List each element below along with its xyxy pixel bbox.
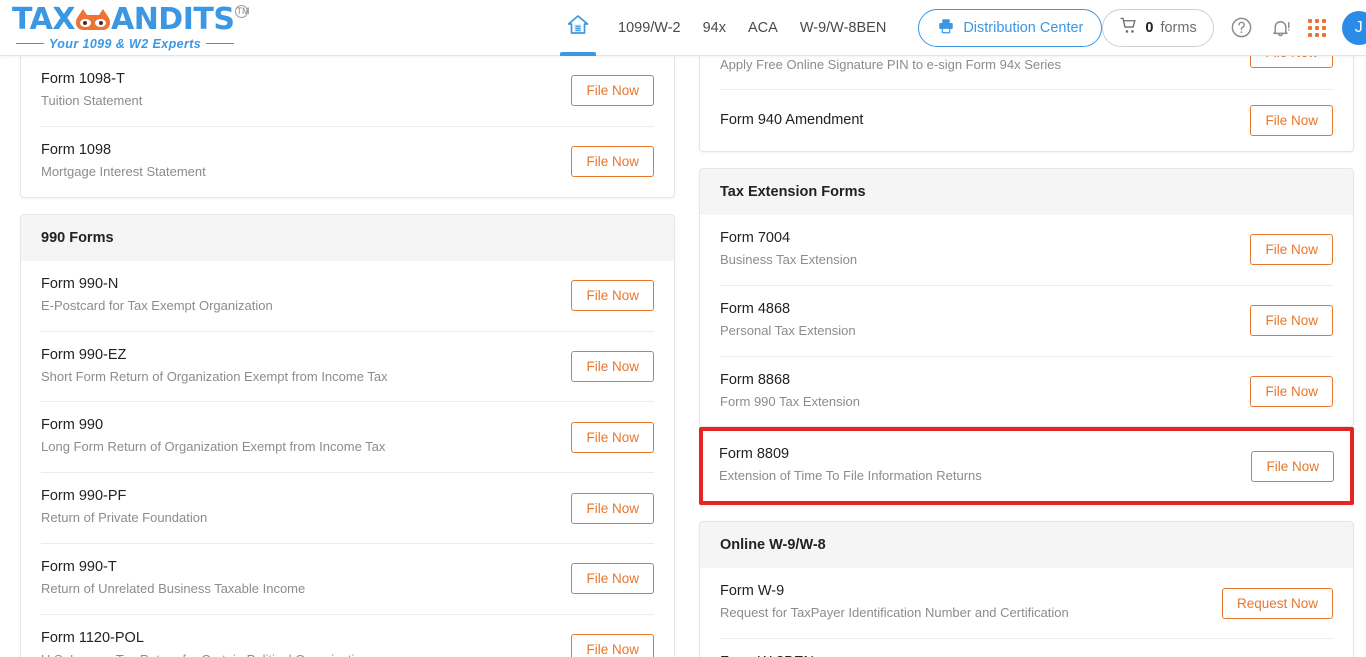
section-heading-online-w9-w8: Online W-9/W-8 bbox=[700, 522, 1353, 569]
form-title: Form 940 Amendment bbox=[720, 112, 864, 129]
form-row[interactable]: Form 990-EZ Short Form Return of Organiz… bbox=[41, 332, 654, 403]
main-navigation: 1099/W-2 94x ACA W-9/W-8BEN Distribution… bbox=[560, 0, 1103, 56]
form-description: U.S. Income Tax Return for Certain Polit… bbox=[41, 651, 375, 657]
form-description: E-Postcard for Tax Exempt Organization bbox=[41, 297, 273, 313]
form-row[interactable]: Form W-8BEN Certificate of Foreign Statu… bbox=[720, 639, 1333, 657]
user-avatar[interactable]: J bbox=[1341, 10, 1366, 45]
printer-icon bbox=[937, 17, 955, 39]
form-title: Form 990-N bbox=[41, 275, 119, 292]
form-title: Form 1098-T bbox=[41, 71, 125, 87]
file-now-button[interactable]: File Now bbox=[1250, 234, 1333, 266]
header-actions: 0 forms J bbox=[1102, 8, 1366, 47]
form-title: Form 1120-POL bbox=[41, 629, 144, 646]
form-description: Long Form Return of Organization Exempt … bbox=[41, 439, 386, 455]
form-title: Form 990 bbox=[41, 417, 104, 434]
cart-count: 0 bbox=[1145, 19, 1154, 36]
form-description: Request for TaxPayer Identification Numb… bbox=[720, 605, 1069, 621]
form-row[interactable]: Form 7004 Business Tax Extension File No… bbox=[720, 215, 1333, 286]
form-row[interactable]: Form 990-N E-Postcard for Tax Exempt Org… bbox=[41, 261, 654, 332]
form-description: Tuition Statement bbox=[41, 93, 143, 108]
form-description: Business Tax Extension bbox=[720, 251, 858, 267]
form-row[interactable]: Form 990-PF Return of Private Foundation… bbox=[41, 473, 654, 545]
left-column: Form 1098-T Tuition Statement File Now F… bbox=[20, 56, 675, 657]
logo-tagline: Your 1099 & W2 Experts bbox=[12, 37, 248, 51]
request-now-button[interactable]: Request Now bbox=[1221, 587, 1333, 619]
form-row[interactable]: Form 940 Amendment File Now bbox=[720, 90, 1333, 151]
file-now-button[interactable]: File Now bbox=[571, 146, 654, 178]
form-row[interactable]: Form 990 Long Form Return of Organizatio… bbox=[41, 402, 654, 474]
logo-text-tax: TAX bbox=[12, 2, 75, 37]
highlighted-form-8809: Form 8809 Extension of Time To File Info… bbox=[699, 427, 1354, 506]
form-description: Return of Private Foundation bbox=[41, 510, 208, 526]
form-description: Mortgage Interest Statement bbox=[41, 163, 206, 179]
nav-item-94x[interactable]: 94x bbox=[703, 20, 726, 36]
form-card-94x: Apply Free Online Signature PIN to e-sig… bbox=[699, 56, 1354, 152]
cart-button[interactable]: 0 forms bbox=[1102, 8, 1214, 47]
form-description: Extension of Time To File Information Re… bbox=[719, 468, 982, 484]
form-title: Form 8809 bbox=[719, 446, 790, 463]
form-row[interactable]: Form 1120-POL U.S. Income Tax Return for… bbox=[41, 615, 654, 657]
form-row[interactable]: Form 1098-T Tuition Statement File Now bbox=[41, 56, 654, 127]
file-now-button[interactable]: File Now bbox=[571, 421, 654, 453]
help-icon[interactable] bbox=[1230, 16, 1253, 39]
app-header: TAX ANDITS TM Your 1099 & W2 Experts 109… bbox=[0, 0, 1366, 56]
file-now-button[interactable]: File Now bbox=[1251, 450, 1334, 482]
trademark-icon: TM bbox=[235, 4, 250, 18]
form-row[interactable]: Form 8868 Form 990 Tax Extension File No… bbox=[720, 357, 1333, 427]
file-now-button[interactable]: File Now bbox=[1250, 104, 1333, 136]
form-title: Form 990-EZ bbox=[41, 346, 127, 363]
form-row[interactable]: Apply Free Online Signature PIN to e-sig… bbox=[720, 56, 1333, 90]
file-now-button[interactable]: File Now bbox=[571, 280, 654, 312]
apps-grid-icon[interactable] bbox=[1307, 18, 1326, 37]
form-description: Form 990 Tax Extension bbox=[720, 393, 860, 409]
form-row[interactable]: Form 1098 Mortgage Interest Statement Fi… bbox=[41, 127, 654, 197]
section-heading-990-forms: 990 Forms bbox=[21, 214, 674, 261]
nav-item-home[interactable] bbox=[560, 0, 596, 56]
notification-bell-icon[interactable] bbox=[1269, 16, 1292, 39]
form-row[interactable]: Form W-9 Request for TaxPayer Identifica… bbox=[720, 568, 1333, 640]
form-description: Personal Tax Extension bbox=[720, 322, 856, 338]
nav-item-w9-w8ben[interactable]: W-9/W-8BEN bbox=[800, 20, 886, 36]
cart-icon bbox=[1119, 16, 1138, 40]
form-description: Return of Unrelated Business Taxable Inc… bbox=[41, 581, 306, 597]
file-now-button[interactable]: File Now bbox=[571, 350, 654, 382]
form-card-tax-extension: Tax Extension Forms Form 7004 Business T… bbox=[699, 167, 1354, 428]
page-content: Form 1098-T Tuition Statement File Now F… bbox=[0, 56, 1366, 657]
form-card-990: 990 Forms Form 990-N E-Postcard for Tax … bbox=[20, 213, 675, 657]
nav-item-aca[interactable]: ACA bbox=[748, 20, 778, 36]
file-now-button[interactable]: File Now bbox=[571, 75, 654, 107]
form-title: Form 990-PF bbox=[41, 488, 127, 505]
logo[interactable]: TAX ANDITS TM Your 1099 & W2 Experts bbox=[0, 2, 249, 51]
form-row[interactable]: Form 8809 Extension of Time To File Info… bbox=[719, 431, 1334, 501]
file-now-button[interactable]: File Now bbox=[571, 492, 654, 524]
form-card-1098: Form 1098-T Tuition Statement File Now F… bbox=[20, 56, 675, 198]
form-title: Form W-9 bbox=[720, 583, 785, 600]
form-row[interactable]: Form 4868 Personal Tax Extension File No… bbox=[720, 286, 1333, 357]
form-title: Form 8868 bbox=[720, 371, 791, 388]
form-title: Form 1098 bbox=[41, 141, 112, 158]
right-column: Apply Free Online Signature PIN to e-sig… bbox=[699, 56, 1354, 657]
logo-wordmark: TAX ANDITS TM bbox=[12, 2, 250, 37]
distribution-center-label: Distribution Center bbox=[963, 19, 1084, 36]
distribution-center-button[interactable]: Distribution Center bbox=[918, 8, 1103, 47]
file-now-button[interactable]: File Now bbox=[571, 563, 654, 595]
form-description: Apply Free Online Signature PIN to e-sig… bbox=[720, 57, 1062, 72]
form-title: Form 990-T bbox=[41, 559, 117, 576]
form-title: Form 7004 bbox=[720, 229, 791, 246]
cart-label: forms bbox=[1160, 19, 1197, 36]
form-row[interactable]: Form 990-T Return of Unrelated Business … bbox=[41, 544, 654, 615]
file-now-button[interactable]: File Now bbox=[571, 634, 654, 657]
logo-text-bandits: ANDITS bbox=[110, 2, 235, 37]
nav-item-1099-w2[interactable]: 1099/W-2 bbox=[618, 20, 681, 36]
form-description: Short Form Return of Organization Exempt… bbox=[41, 368, 388, 384]
form-title: Form 4868 bbox=[720, 300, 791, 317]
bandit-mask-icon bbox=[75, 8, 110, 31]
home-icon bbox=[566, 13, 590, 42]
file-now-button[interactable]: File Now bbox=[1250, 375, 1333, 407]
section-heading-tax-extension-forms: Tax Extension Forms bbox=[700, 168, 1353, 215]
active-tab-indicator bbox=[560, 51, 596, 56]
file-now-button[interactable]: File Now bbox=[1250, 305, 1333, 337]
form-card-online-w9-w8: Online W-9/W-8 Form W-9 Request for TaxP… bbox=[699, 521, 1354, 657]
file-now-button[interactable]: File Now bbox=[1250, 56, 1333, 68]
